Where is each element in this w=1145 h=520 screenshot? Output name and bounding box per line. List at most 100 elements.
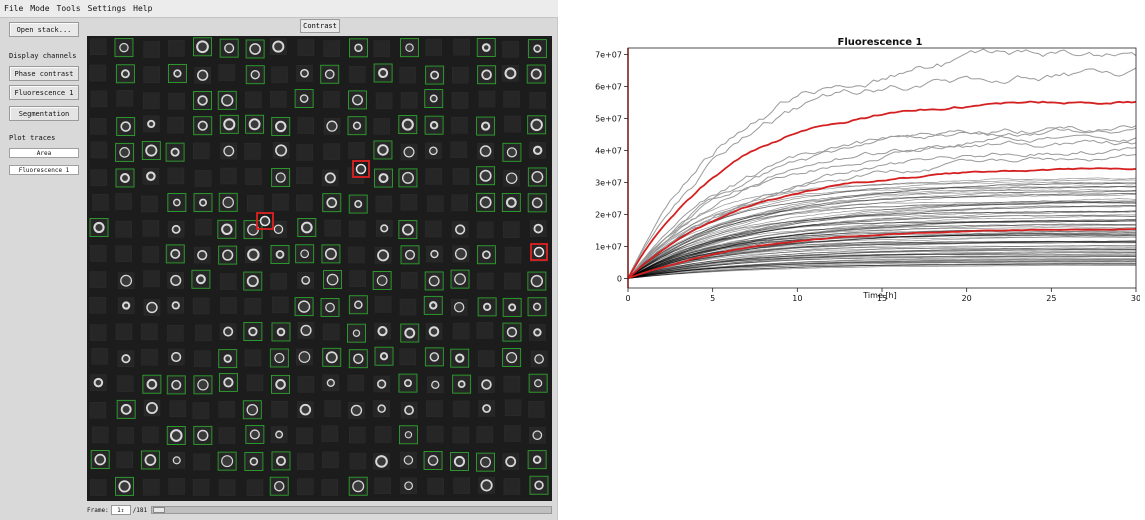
cell bbox=[249, 457, 259, 466]
microwell bbox=[297, 376, 315, 393]
cell bbox=[403, 379, 412, 388]
cell bbox=[455, 224, 466, 235]
cell bbox=[301, 275, 311, 285]
microwell bbox=[218, 427, 236, 444]
cell bbox=[273, 480, 285, 492]
frame-slider-handle[interactable] bbox=[153, 507, 166, 513]
microwell bbox=[169, 400, 187, 418]
microwell bbox=[504, 425, 521, 442]
microwell bbox=[218, 64, 235, 81]
microwell bbox=[400, 92, 418, 109]
cell bbox=[533, 223, 544, 234]
open-stack-button[interactable]: Open stack... bbox=[9, 22, 79, 37]
cell bbox=[403, 146, 415, 158]
cell bbox=[479, 196, 492, 209]
cell bbox=[534, 480, 544, 490]
cell bbox=[221, 223, 233, 236]
cell bbox=[93, 221, 105, 234]
cell bbox=[275, 379, 286, 390]
microwell bbox=[117, 427, 134, 444]
cell bbox=[172, 456, 181, 465]
menu-tools[interactable]: Tools bbox=[57, 4, 81, 13]
cell bbox=[223, 118, 236, 131]
microwell bbox=[424, 220, 442, 238]
x-tick-label: 5 bbox=[710, 294, 715, 303]
microwell bbox=[425, 168, 443, 185]
microwell bbox=[271, 296, 289, 314]
microwell bbox=[142, 246, 159, 263]
microwell bbox=[529, 92, 546, 109]
menu-help[interactable]: Help bbox=[133, 4, 152, 13]
channel-segmentation-button[interactable]: Segmentation bbox=[9, 106, 79, 121]
microwell bbox=[296, 194, 313, 212]
microwell bbox=[193, 453, 210, 471]
cell bbox=[506, 147, 518, 158]
cell-image-canvas[interactable] bbox=[87, 36, 552, 501]
channel-fluorescence-1-button[interactable]: Fluorescence 1 bbox=[9, 85, 79, 100]
microwell bbox=[143, 92, 160, 110]
cell bbox=[300, 68, 309, 78]
cell bbox=[534, 354, 544, 364]
cell bbox=[297, 300, 311, 313]
cell bbox=[197, 250, 208, 261]
cell bbox=[275, 172, 286, 183]
microwell bbox=[297, 453, 314, 470]
cell bbox=[506, 326, 518, 338]
microwell bbox=[504, 246, 522, 264]
microwell bbox=[322, 323, 340, 341]
trace-area-option[interactable]: Area bbox=[9, 148, 79, 158]
cell bbox=[326, 273, 339, 286]
microwell bbox=[115, 245, 133, 262]
menu-file[interactable]: File bbox=[4, 4, 23, 13]
microwell bbox=[348, 426, 366, 444]
cell bbox=[352, 94, 363, 106]
microwell bbox=[324, 400, 341, 417]
cell bbox=[428, 146, 438, 156]
cell bbox=[531, 197, 543, 209]
microwell bbox=[220, 297, 237, 314]
cell bbox=[199, 198, 208, 207]
cell bbox=[479, 169, 492, 182]
y-tick-label: 4e+07 bbox=[595, 146, 622, 155]
cell bbox=[224, 43, 235, 54]
microwell bbox=[168, 92, 185, 110]
cell bbox=[223, 354, 232, 363]
cell bbox=[119, 147, 130, 158]
microwell bbox=[373, 118, 390, 135]
cell bbox=[122, 301, 131, 310]
channel-phase-contrast-button[interactable]: Phase contrast bbox=[9, 66, 79, 81]
microwell bbox=[504, 272, 521, 290]
microwell bbox=[142, 479, 160, 496]
cell bbox=[326, 197, 338, 209]
frame-spinbox[interactable]: 1 ⇕ bbox=[110, 505, 131, 515]
cell bbox=[354, 43, 363, 53]
chart-title: Fluorescence 1 bbox=[838, 37, 923, 48]
frame-value: 1 bbox=[117, 506, 121, 514]
cell bbox=[457, 380, 466, 389]
menu-settings[interactable]: Settings bbox=[88, 4, 127, 13]
cell bbox=[145, 402, 158, 414]
cell bbox=[404, 249, 416, 260]
frame-slider[interactable] bbox=[151, 506, 552, 514]
y-tick-label: 3e+07 bbox=[595, 178, 622, 187]
microwell bbox=[141, 195, 158, 213]
microwell bbox=[270, 273, 287, 290]
trace-fluorescence-1-option[interactable]: Fluorescence 1 bbox=[9, 165, 79, 175]
microwell bbox=[451, 194, 468, 211]
cell bbox=[401, 223, 414, 236]
cell bbox=[506, 351, 518, 364]
cell bbox=[171, 379, 182, 390]
microwell bbox=[322, 451, 339, 469]
microwell bbox=[246, 479, 264, 496]
contrast-button[interactable]: Contrast bbox=[300, 19, 340, 33]
microscopy-image-viewer[interactable] bbox=[87, 36, 552, 501]
microwell bbox=[115, 323, 133, 341]
microwell bbox=[451, 116, 468, 134]
microwell bbox=[115, 220, 133, 238]
cell bbox=[377, 404, 386, 413]
cell bbox=[355, 163, 367, 175]
cell bbox=[377, 249, 390, 262]
cell bbox=[118, 480, 131, 493]
menu-mode[interactable]: Mode bbox=[30, 4, 49, 13]
cell bbox=[530, 68, 542, 80]
